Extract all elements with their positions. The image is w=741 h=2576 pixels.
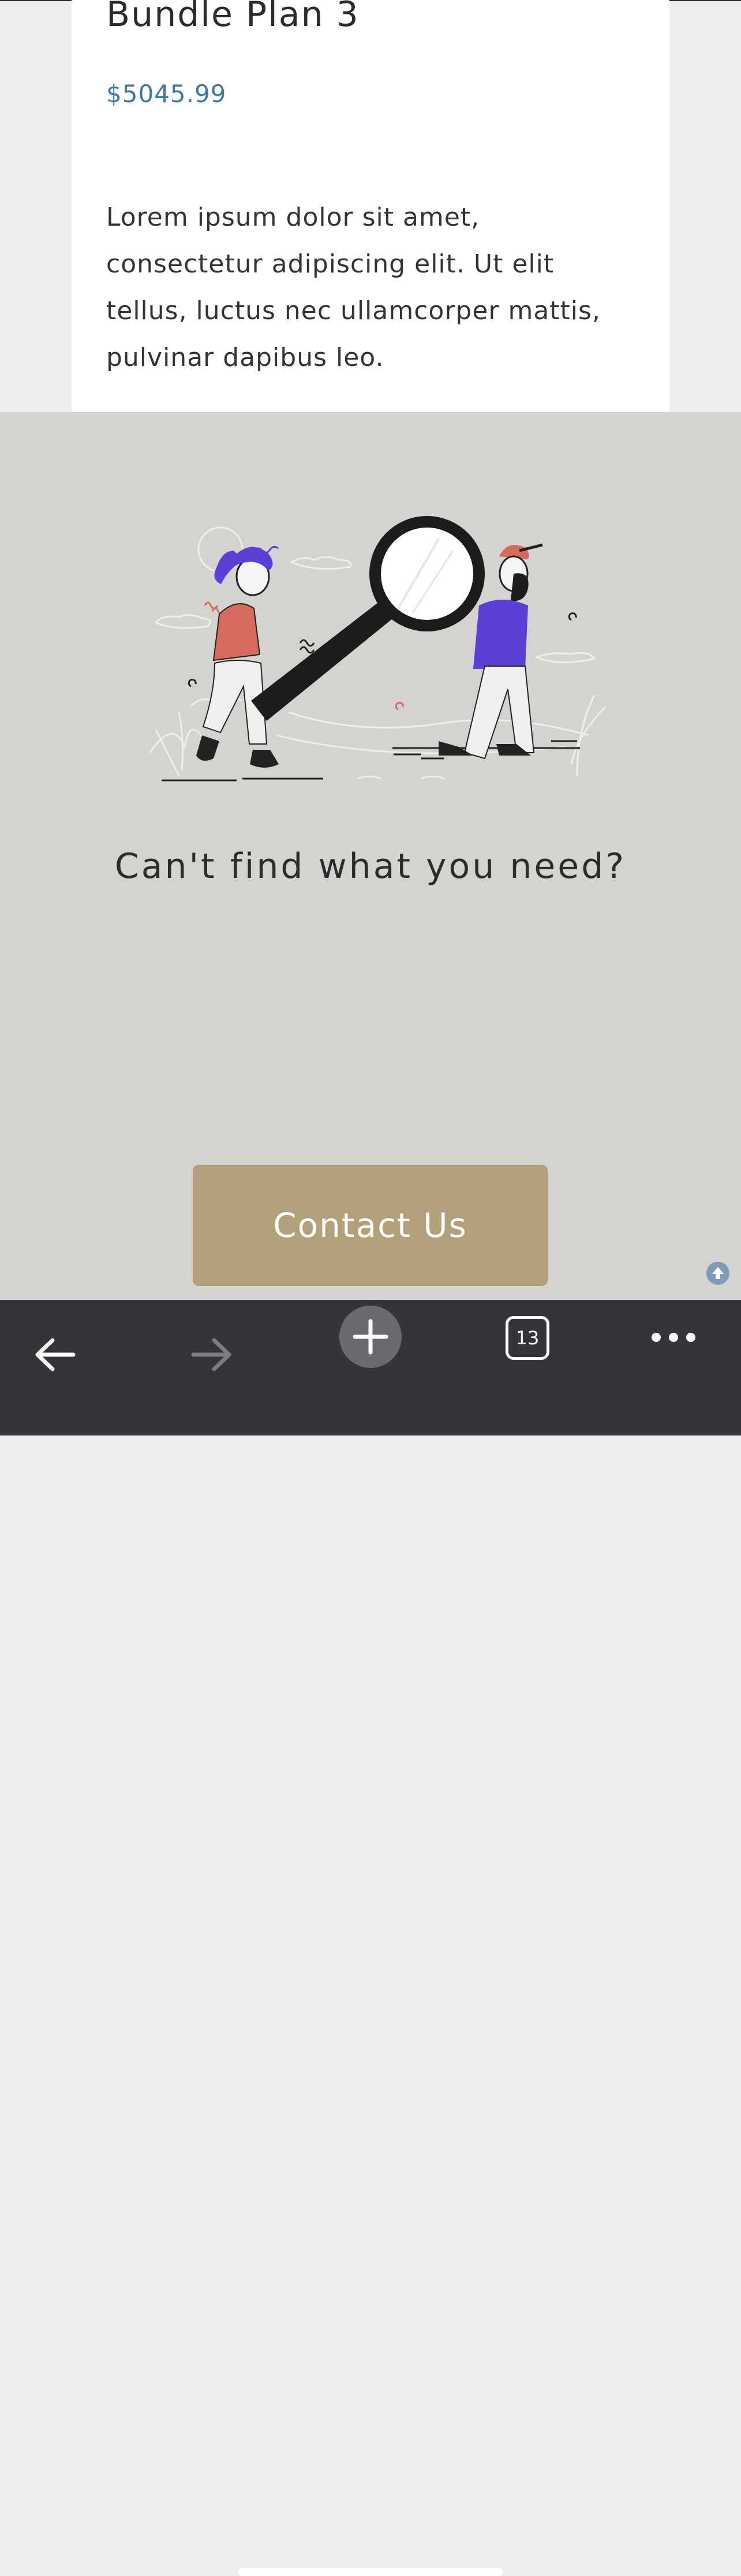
more-icon — [652, 1333, 695, 1342]
new-tab-plus-icon — [353, 1319, 388, 1355]
new-tab-button[interactable] — [339, 1306, 402, 1368]
contact-section: Can't find what you need? Contact Us — [0, 412, 741, 1300]
tab-count: 13 — [515, 1327, 540, 1349]
product-card: Bundle Plan 3 $5045.99 Lorem ipsum dolor… — [72, 0, 669, 412]
product-price: $5045.99 — [106, 80, 227, 108]
cta-headline: Can't find what you need? — [114, 846, 627, 887]
product-description: Lorem ipsum dolor sit amet, consectetur … — [106, 203, 601, 372]
forward-arrow-icon — [191, 1338, 231, 1371]
forward-button[interactable] — [180, 1323, 244, 1386]
contact-us-button[interactable]: Contact Us — [193, 1165, 548, 1286]
more-menu-button[interactable] — [642, 1317, 705, 1358]
search-illustration — [149, 516, 607, 782]
arrow-up-icon — [712, 1267, 724, 1279]
tabs-button[interactable]: 13 — [506, 1316, 549, 1360]
home-indicator — [238, 2568, 503, 2576]
scroll-to-top-button[interactable] — [706, 1262, 729, 1285]
back-arrow-icon — [35, 1338, 76, 1371]
product-title: Bundle Plan 3 — [106, 0, 360, 35]
back-button[interactable] — [23, 1323, 87, 1386]
browser-toolbar: 13 — [0, 1300, 741, 2576]
